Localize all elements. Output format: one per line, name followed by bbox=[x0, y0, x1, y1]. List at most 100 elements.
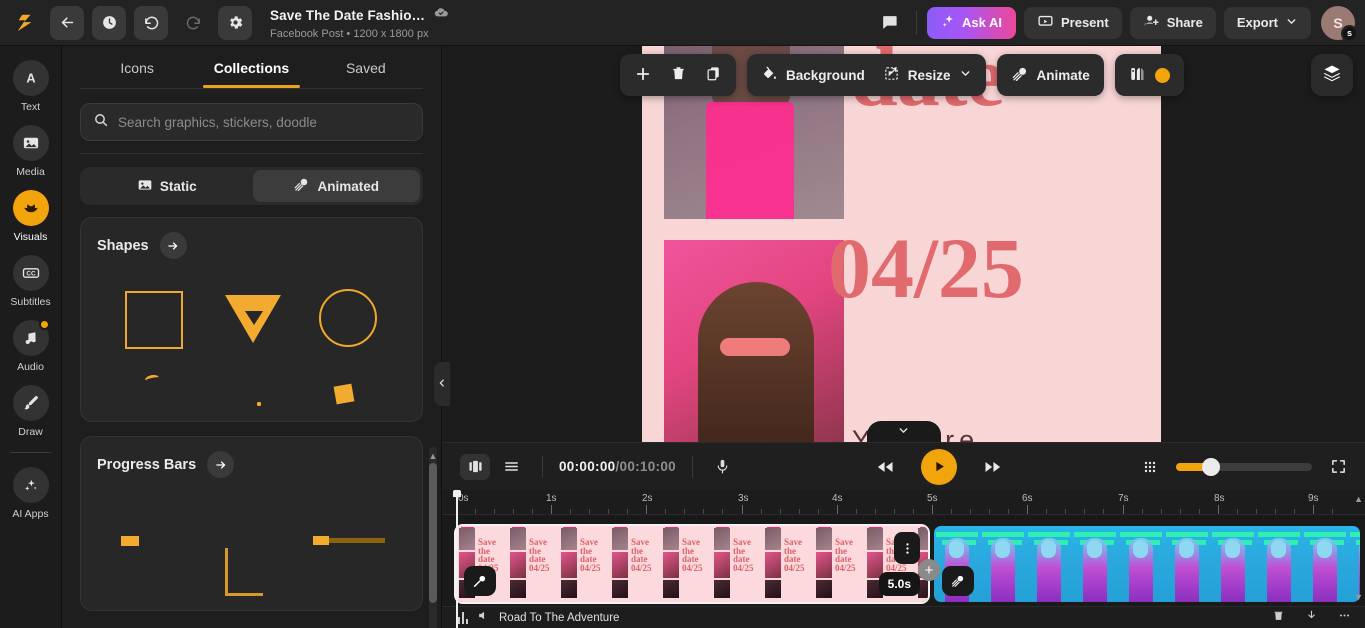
timeline[interactable]: 0s 1s 2s 3s 4s 5s 6s 7s 8s 9s Save the d… bbox=[442, 490, 1365, 628]
timeline-clip-neon-video[interactable] bbox=[934, 526, 1360, 602]
progress-chunk[interactable] bbox=[121, 536, 139, 546]
section-title: Shapes bbox=[97, 237, 149, 254]
sidebar-item-draw[interactable]: Draw bbox=[0, 385, 62, 438]
shape-square-outline[interactable] bbox=[125, 291, 183, 349]
sidebar-item-visuals[interactable]: Visuals bbox=[0, 190, 62, 243]
delete-button[interactable] bbox=[662, 59, 695, 91]
fullscreen-icon[interactable] bbox=[1330, 458, 1347, 475]
scroll-up-arrow-icon[interactable]: ▲ bbox=[429, 449, 438, 463]
trash-icon[interactable] bbox=[1272, 609, 1285, 627]
brand-logo-icon[interactable] bbox=[8, 6, 42, 40]
more-icon[interactable] bbox=[1338, 609, 1351, 627]
sidebar-item-audio[interactable]: Audio bbox=[0, 319, 62, 373]
zoom-slider[interactable] bbox=[1176, 457, 1312, 476]
chevron-down-icon bbox=[1285, 15, 1298, 31]
zoom-slider-knob[interactable] bbox=[1202, 457, 1220, 476]
comment-icon[interactable] bbox=[872, 6, 906, 40]
timeline-ruler[interactable]: 0s 1s 2s 3s 4s 5s 6s 7s 8s 9s bbox=[442, 490, 1365, 515]
artboard[interactable]: save the date 04/25 You are invited bbox=[642, 46, 1161, 442]
sidebar-item-media[interactable]: Media bbox=[0, 125, 62, 178]
page-title[interactable]: Save The Date Fashio… bbox=[270, 8, 425, 23]
canvas-area[interactable]: save the date 04/25 You are invited bbox=[442, 46, 1365, 442]
animate-icon bbox=[293, 176, 310, 196]
image-icon bbox=[12, 125, 49, 161]
arrow-right-icon[interactable] bbox=[159, 232, 187, 259]
shape-swoosh[interactable] bbox=[144, 373, 160, 385]
animate-button[interactable]: Animate bbox=[1003, 59, 1098, 91]
timeline-clip-save-the-date[interactable]: Savethedate04/25 Savethedate04/25 Saveth… bbox=[454, 524, 930, 604]
shape-dot[interactable] bbox=[257, 402, 261, 406]
undo-icon[interactable] bbox=[134, 5, 168, 40]
background-button[interactable]: Background bbox=[753, 59, 873, 91]
search-input[interactable] bbox=[118, 114, 410, 130]
sidebar-item-subtitles[interactable]: CC Subtitles bbox=[0, 255, 62, 308]
avatar[interactable]: S s bbox=[1321, 5, 1358, 42]
play-icon[interactable] bbox=[921, 448, 958, 485]
present-button[interactable]: Present bbox=[1023, 6, 1122, 39]
sidebar-item-ai-apps[interactable]: AI Apps bbox=[0, 467, 62, 520]
ruler-tick bbox=[684, 509, 685, 514]
ruler-tick bbox=[1046, 509, 1047, 514]
volume-icon[interactable] bbox=[477, 609, 490, 627]
tab-saved[interactable]: Saved bbox=[309, 46, 423, 88]
duplicate-button[interactable] bbox=[697, 59, 730, 91]
section-shapes: Shapes bbox=[80, 217, 423, 422]
insert-between-clips-button[interactable]: + bbox=[918, 559, 940, 581]
progress-corner-vertical[interactable] bbox=[225, 548, 228, 596]
panel-collapse-handle[interactable] bbox=[434, 362, 450, 406]
storyboard-view-icon[interactable] bbox=[460, 453, 490, 480]
canvas-collapse-tab[interactable] bbox=[866, 421, 941, 442]
shape-small-square[interactable] bbox=[333, 383, 355, 405]
add-element-button[interactable] bbox=[626, 59, 660, 91]
audio-track[interactable]: Road To The Adventure bbox=[442, 606, 1365, 628]
magic-wand-icon[interactable] bbox=[464, 566, 496, 596]
resize-button[interactable]: Resize bbox=[875, 59, 980, 91]
ruler-tick-label: 2s bbox=[642, 493, 653, 504]
left-tool-rail: A Text Media Visuals CC Subtitles Audio … bbox=[0, 46, 71, 628]
ruler-tick bbox=[818, 509, 819, 514]
arrow-right-icon[interactable] bbox=[207, 451, 235, 478]
panel-scrollbar-thumb[interactable] bbox=[429, 463, 437, 603]
tab-icons[interactable]: Icons bbox=[80, 46, 194, 88]
grid-icon[interactable] bbox=[1142, 459, 1158, 475]
toggle-animated[interactable]: Animated bbox=[252, 170, 420, 202]
playhead[interactable] bbox=[456, 490, 458, 628]
rewind-icon[interactable] bbox=[875, 457, 895, 477]
progress-corner-horizontal[interactable] bbox=[225, 593, 263, 596]
ruler-tick bbox=[1142, 509, 1143, 514]
active-color-swatch[interactable] bbox=[1154, 67, 1170, 83]
playhead-cap[interactable] bbox=[453, 490, 461, 497]
microphone-icon[interactable] bbox=[709, 453, 737, 481]
ruler-tick bbox=[780, 509, 781, 514]
sparkles-icon bbox=[12, 467, 49, 503]
body-row: A Text Media Visuals CC Subtitles Audio … bbox=[0, 46, 1365, 628]
timeline-scroll-up-icon[interactable]: ▲ bbox=[1354, 494, 1363, 504]
sidebar-item-label: Audio bbox=[17, 361, 44, 373]
toggle-static[interactable]: Static bbox=[83, 170, 251, 202]
sidebar-item-text[interactable]: A Text bbox=[0, 60, 62, 113]
search-box[interactable] bbox=[80, 103, 423, 141]
animate-icon[interactable] bbox=[942, 566, 974, 596]
tab-collections[interactable]: Collections bbox=[194, 46, 308, 88]
shape-circle-outline[interactable] bbox=[319, 289, 377, 347]
back-arrow-icon[interactable] bbox=[50, 5, 84, 40]
fast-forward-icon[interactable] bbox=[983, 457, 1003, 477]
more-vertical-icon[interactable] bbox=[894, 532, 920, 564]
ruler-tick bbox=[932, 505, 933, 514]
export-button[interactable]: Export bbox=[1223, 6, 1311, 39]
section-shapes-header: Shapes bbox=[97, 232, 406, 259]
resize-label: Resize bbox=[907, 67, 951, 83]
panel-scroll-area[interactable]: Shapes Progress Bars ▲ bbox=[62, 217, 441, 628]
ruler-tick bbox=[799, 509, 800, 514]
download-icon[interactable] bbox=[1305, 609, 1318, 627]
gear-icon[interactable] bbox=[218, 5, 252, 40]
present-screen-icon bbox=[1037, 13, 1054, 33]
text-a-icon: A bbox=[12, 60, 49, 96]
share-button[interactable]: Share bbox=[1129, 6, 1216, 39]
list-view-icon[interactable] bbox=[496, 454, 526, 480]
clock-history-icon[interactable] bbox=[92, 5, 126, 40]
ask-ai-button[interactable]: Ask AI bbox=[927, 6, 1016, 39]
layers-button[interactable] bbox=[1311, 54, 1353, 96]
timeline-scroll-down-icon[interactable]: ▼ bbox=[1354, 592, 1363, 602]
filters-button[interactable] bbox=[1121, 59, 1178, 91]
